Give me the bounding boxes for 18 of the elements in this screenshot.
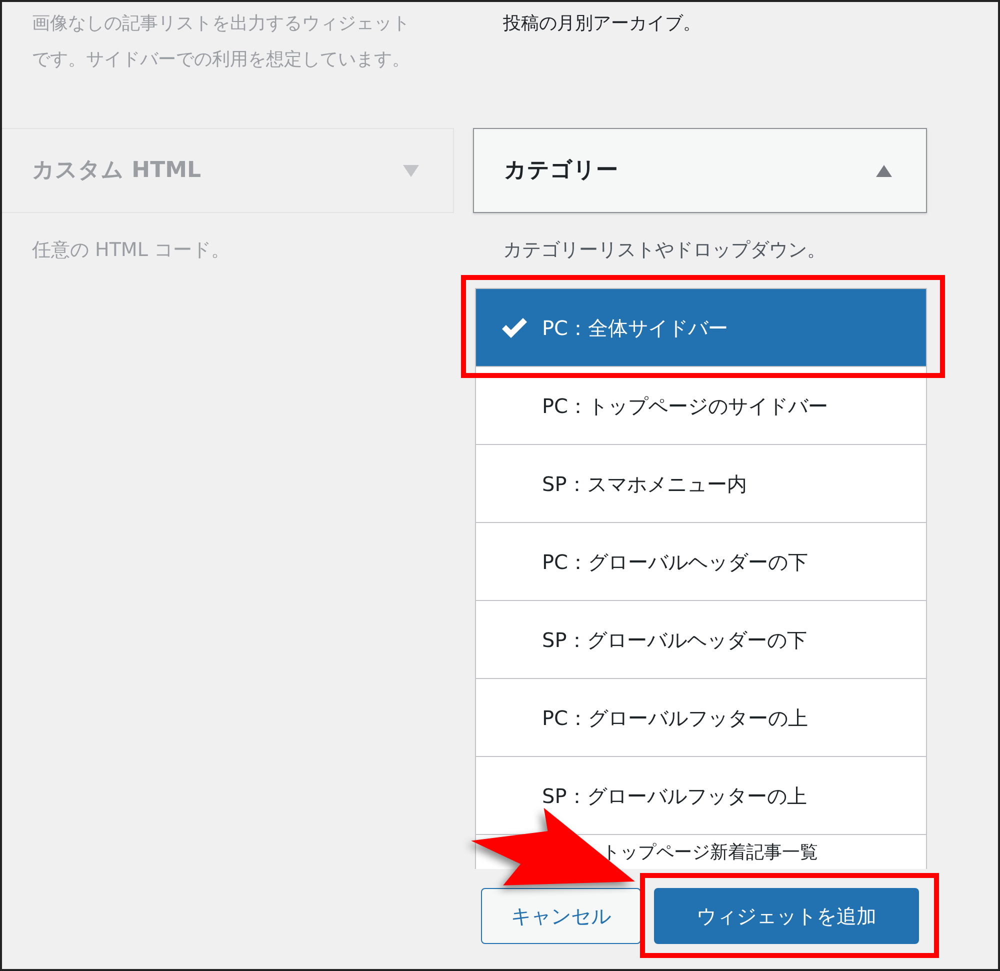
sidebar-area-option[interactable]: PC：グローバルヘッダーの下 <box>476 523 926 601</box>
cancel-button[interactable]: キャンセル <box>481 888 641 944</box>
widget-description: カテゴリーリストやドロップダウン。 <box>502 238 827 263</box>
widget-description: 画像なしの記事リストを出力するウィジェットです。サイドバーでの利用を想定しています。 <box>31 12 411 72</box>
add-widget-button[interactable]: ウィジェットを追加 <box>654 888 919 944</box>
sidebar-area-option[interactable]: SP：スマホメニュー内 <box>476 445 926 523</box>
sidebar-area-option[interactable]: SP：グローバルヘッダーの下 <box>476 601 926 679</box>
widget-title: カテゴリー <box>504 157 618 185</box>
widget-title: カスタム HTML <box>32 157 201 185</box>
expand-arrow-icon <box>403 164 419 176</box>
sidebar-area-option[interactable]: PC：グローバルフッターの上 <box>476 679 926 757</box>
widget-description: 投稿の月別アーカイブ。 <box>502 12 702 36</box>
sidebar-area-option[interactable]: トップページ新着記事一覧 <box>476 835 926 869</box>
widget-description: 任意の HTML コード。 <box>31 238 231 263</box>
collapse-arrow-icon <box>876 164 892 176</box>
sidebar-area-option[interactable]: PC：トップページのサイドバー <box>476 367 926 445</box>
check-icon <box>500 316 528 340</box>
sidebar-area-option[interactable]: PC：全体サイドバー <box>476 289 926 367</box>
